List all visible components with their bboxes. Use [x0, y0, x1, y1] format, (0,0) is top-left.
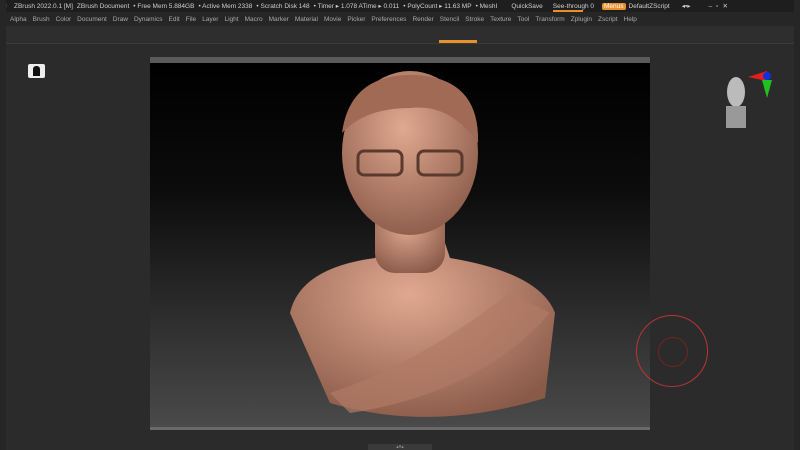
- menu-preferences[interactable]: Preferences: [371, 16, 406, 23]
- menu-tool[interactable]: Tool: [517, 16, 529, 23]
- z-axis-icon: [763, 72, 771, 80]
- menu-edit[interactable]: Edit: [169, 16, 180, 23]
- right-tray-handle[interactable]: [794, 0, 800, 450]
- app-title: ZBrush 2022.0.1 [M]: [14, 2, 73, 10]
- menu-zscript[interactable]: Zscript: [598, 16, 618, 23]
- default-zscript-button[interactable]: DefaultZScript: [629, 3, 670, 10]
- top-shelf: [0, 26, 800, 44]
- menu-brush[interactable]: Brush: [33, 16, 50, 23]
- menu-movie[interactable]: Movie: [324, 16, 341, 23]
- see-through-slider[interactable]: See-through 0: [552, 3, 594, 12]
- menu-texture[interactable]: Texture: [490, 16, 511, 23]
- sculpt-bust: [290, 71, 555, 417]
- scratch-disk: • Scratch Disk 148: [256, 2, 310, 10]
- menu-macro[interactable]: Macro: [245, 16, 263, 23]
- layout-icon[interactable]: ◂▪▸: [682, 2, 691, 10]
- menu-marker[interactable]: Marker: [269, 16, 289, 23]
- touch-gizmo[interactable]: [636, 315, 708, 387]
- menu-dynamics[interactable]: Dynamics: [134, 16, 163, 23]
- menu-layer[interactable]: Layer: [202, 16, 218, 23]
- menu-stencil[interactable]: Stencil: [440, 16, 460, 23]
- document-title: ZBrush Document: [76, 2, 130, 10]
- shelf-tab-indicator[interactable]: [439, 40, 477, 43]
- close-icon[interactable]: ✕: [722, 2, 727, 10]
- menu-color[interactable]: Color: [56, 16, 72, 23]
- left-tray-handle[interactable]: [0, 0, 6, 450]
- menu-transform[interactable]: Transform: [535, 16, 564, 23]
- mesh: • MeshI: [475, 2, 498, 10]
- menu-alpha[interactable]: Alpha: [10, 16, 27, 23]
- minimize-icon[interactable]: –: [709, 3, 713, 10]
- menu-help[interactable]: Help: [624, 16, 637, 23]
- menu-file[interactable]: File: [186, 16, 196, 23]
- bottom-tray-handle[interactable]: ▴▾▴: [368, 444, 432, 450]
- menu-document[interactable]: Document: [77, 16, 107, 23]
- maximize-icon[interactable]: ▫: [716, 3, 718, 10]
- menu-stroke[interactable]: Stroke: [465, 16, 484, 23]
- menu-picker[interactable]: Picker: [347, 16, 365, 23]
- menu-zplugin[interactable]: Zplugin: [571, 16, 592, 23]
- menu-material[interactable]: Material: [295, 16, 318, 23]
- navigation-head[interactable]: [720, 62, 780, 132]
- menus-button[interactable]: Menus: [602, 2, 626, 10]
- y-axis-icon: [762, 80, 772, 98]
- active-mem: • Active Mem 2338: [198, 2, 253, 10]
- menu-bar: Alpha Brush Color Document Draw Dynamics Edit F…: [0, 12, 800, 26]
- menu-light[interactable]: Light: [224, 16, 238, 23]
- free-mem: • Free Mem 5.884GB: [133, 2, 195, 10]
- polycount: • PolyCount ▸ 11.63 MP: [403, 3, 472, 10]
- timer: • Timer ▸ 1.078 ATime ▸ 0.011: [313, 3, 400, 10]
- canvas-viewport[interactable]: [150, 57, 650, 430]
- menu-draw[interactable]: Draw: [113, 16, 128, 23]
- title-bar: ✶ ZBrush 2022.0.1 [M] ZBrush Document • …: [0, 0, 800, 12]
- menu-render[interactable]: Render: [412, 16, 433, 23]
- quicksave-button[interactable]: QuickSave: [511, 3, 542, 10]
- document-icon[interactable]: [28, 64, 45, 78]
